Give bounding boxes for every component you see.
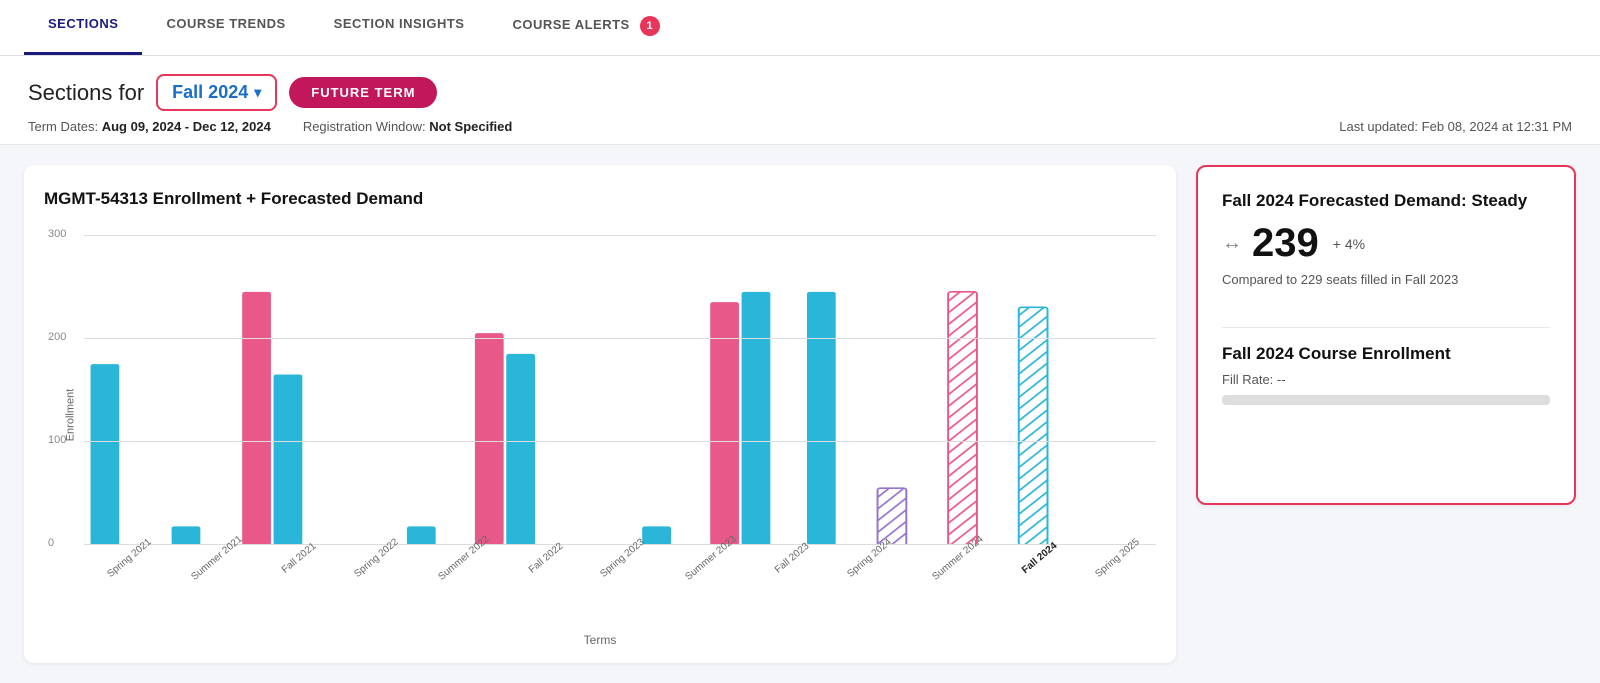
page-title: Sections for <box>28 80 144 106</box>
y-axis-label: Enrollment <box>64 389 76 442</box>
bar-chart <box>84 235 1156 545</box>
demand-number: 239 <box>1252 221 1319 266</box>
chart-card: MGMT-54313 Enrollment + Forecasted Deman… <box>24 165 1176 663</box>
term-dropdown[interactable]: Fall 2024 ▾ <box>156 74 277 111</box>
steady-icon: ↔ <box>1222 232 1242 255</box>
demand-sub: Compared to 229 seats filled in Fall 202… <box>1222 272 1550 287</box>
course-alerts-badge: 1 <box>640 16 660 36</box>
info-card: Fall 2024 Forecasted Demand: Steady ↔ 23… <box>1196 165 1576 505</box>
enrollment-title: Fall 2024 Course Enrollment <box>1222 344 1550 364</box>
enrollment-section: Fall 2024 Course Enrollment Fill Rate: -… <box>1222 344 1550 405</box>
tab-course-alerts[interactable]: COURSE ALERTS 1 <box>488 0 683 55</box>
last-updated: Last updated: Feb 08, 2024 at 12:31 PM <box>1339 119 1572 134</box>
main-content: MGMT-54313 Enrollment + Forecasted Deman… <box>0 145 1600 683</box>
tab-sections[interactable]: SECTIONS <box>24 0 142 55</box>
future-term-button[interactable]: FUTURE TERM <box>289 77 437 108</box>
term-dates: Term Dates: Aug 09, 2024 - Dec 12, 2024 <box>28 119 271 134</box>
demand-change: + 4% <box>1333 236 1365 252</box>
x-label-fall2022: Fall 2022 <box>526 541 565 576</box>
x-label-fall2024: Fall 2024 <box>1020 540 1059 576</box>
tab-section-insights[interactable]: SECTION INSIGHTS <box>310 0 489 55</box>
fill-rate: Fill Rate: -- <box>1222 372 1550 387</box>
header-area: Sections for Fall 2024 ▾ FUTURE TERM Ter… <box>0 56 1600 145</box>
demand-title: Fall 2024 Forecasted Demand: Steady <box>1222 191 1550 211</box>
x-axis-label: Terms <box>44 633 1156 647</box>
demand-row: ↔ 239 + 4% <box>1222 221 1550 266</box>
x-label-fall2023: Fall 2023 <box>773 541 812 576</box>
x-label-fall2021: Fall 2021 <box>280 541 319 576</box>
tab-course-trends[interactable]: COURSE TRENDS <box>142 0 309 55</box>
fill-rate-bar-background <box>1222 395 1550 405</box>
demand-section: Fall 2024 Forecasted Demand: Steady ↔ 23… <box>1222 191 1550 287</box>
registration-window: Registration Window: Not Specified <box>303 119 513 134</box>
section-divider <box>1222 327 1550 328</box>
chart-title: MGMT-54313 Enrollment + Forecasted Deman… <box>44 189 1156 209</box>
nav-tabs: SECTIONS COURSE TRENDS SECTION INSIGHTS … <box>0 0 1600 56</box>
dropdown-arrow-icon: ▾ <box>254 84 261 101</box>
